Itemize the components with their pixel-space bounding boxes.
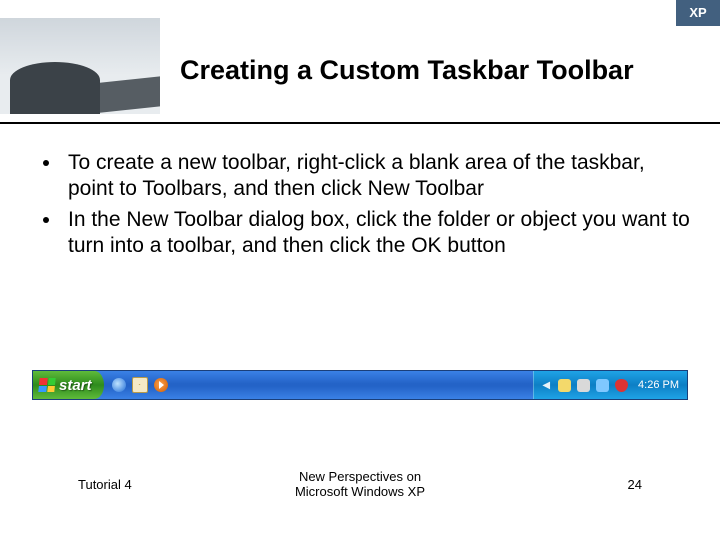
slide-body: To create a new toolbar, right-click a b… xyxy=(32,150,690,263)
messenger-icon[interactable] xyxy=(558,379,571,392)
building-cylinder-shape xyxy=(10,62,100,114)
media-player-icon[interactable] xyxy=(154,378,168,392)
footer-left: Tutorial 4 xyxy=(78,477,132,492)
footer-page-number: 24 xyxy=(628,477,642,492)
start-button[interactable]: start xyxy=(33,371,104,399)
bullet-item: In the New Toolbar dialog box, click the… xyxy=(62,207,690,260)
bullet-list: To create a new toolbar, right-click a b… xyxy=(32,150,690,259)
xp-corner-tab: XP xyxy=(676,0,720,26)
mail-icon[interactable] xyxy=(132,377,148,393)
header-photo xyxy=(0,18,160,114)
ie-icon[interactable] xyxy=(112,378,126,392)
start-label: start xyxy=(59,377,92,394)
bullet-item: To create a new toolbar, right-click a b… xyxy=(62,150,690,203)
slide-header: XP Creating a Custom Taskbar Toolbar xyxy=(0,0,720,120)
quick-launch-area xyxy=(104,371,176,399)
system-tray: ◀ 4:26 PM xyxy=(533,371,687,399)
tray-expand-icon[interactable]: ◀ xyxy=(542,380,552,391)
slide-title: Creating a Custom Taskbar Toolbar xyxy=(180,55,700,86)
volume-icon[interactable] xyxy=(577,379,590,392)
header-divider xyxy=(0,122,720,124)
clock[interactable]: 4:26 PM xyxy=(634,379,679,391)
slide-footer: Tutorial 4 New Perspectives on Microsoft… xyxy=(0,469,720,500)
windows-logo-icon xyxy=(38,378,55,392)
security-shield-icon[interactable] xyxy=(615,379,628,392)
network-icon[interactable] xyxy=(596,379,609,392)
taskbar-spacer xyxy=(176,371,534,399)
footer-center-line1: New Perspectives on xyxy=(299,469,421,484)
footer-center-line2: Microsoft Windows XP xyxy=(295,484,425,499)
taskbar-screenshot: start ◀ 4:26 PM xyxy=(32,370,688,400)
